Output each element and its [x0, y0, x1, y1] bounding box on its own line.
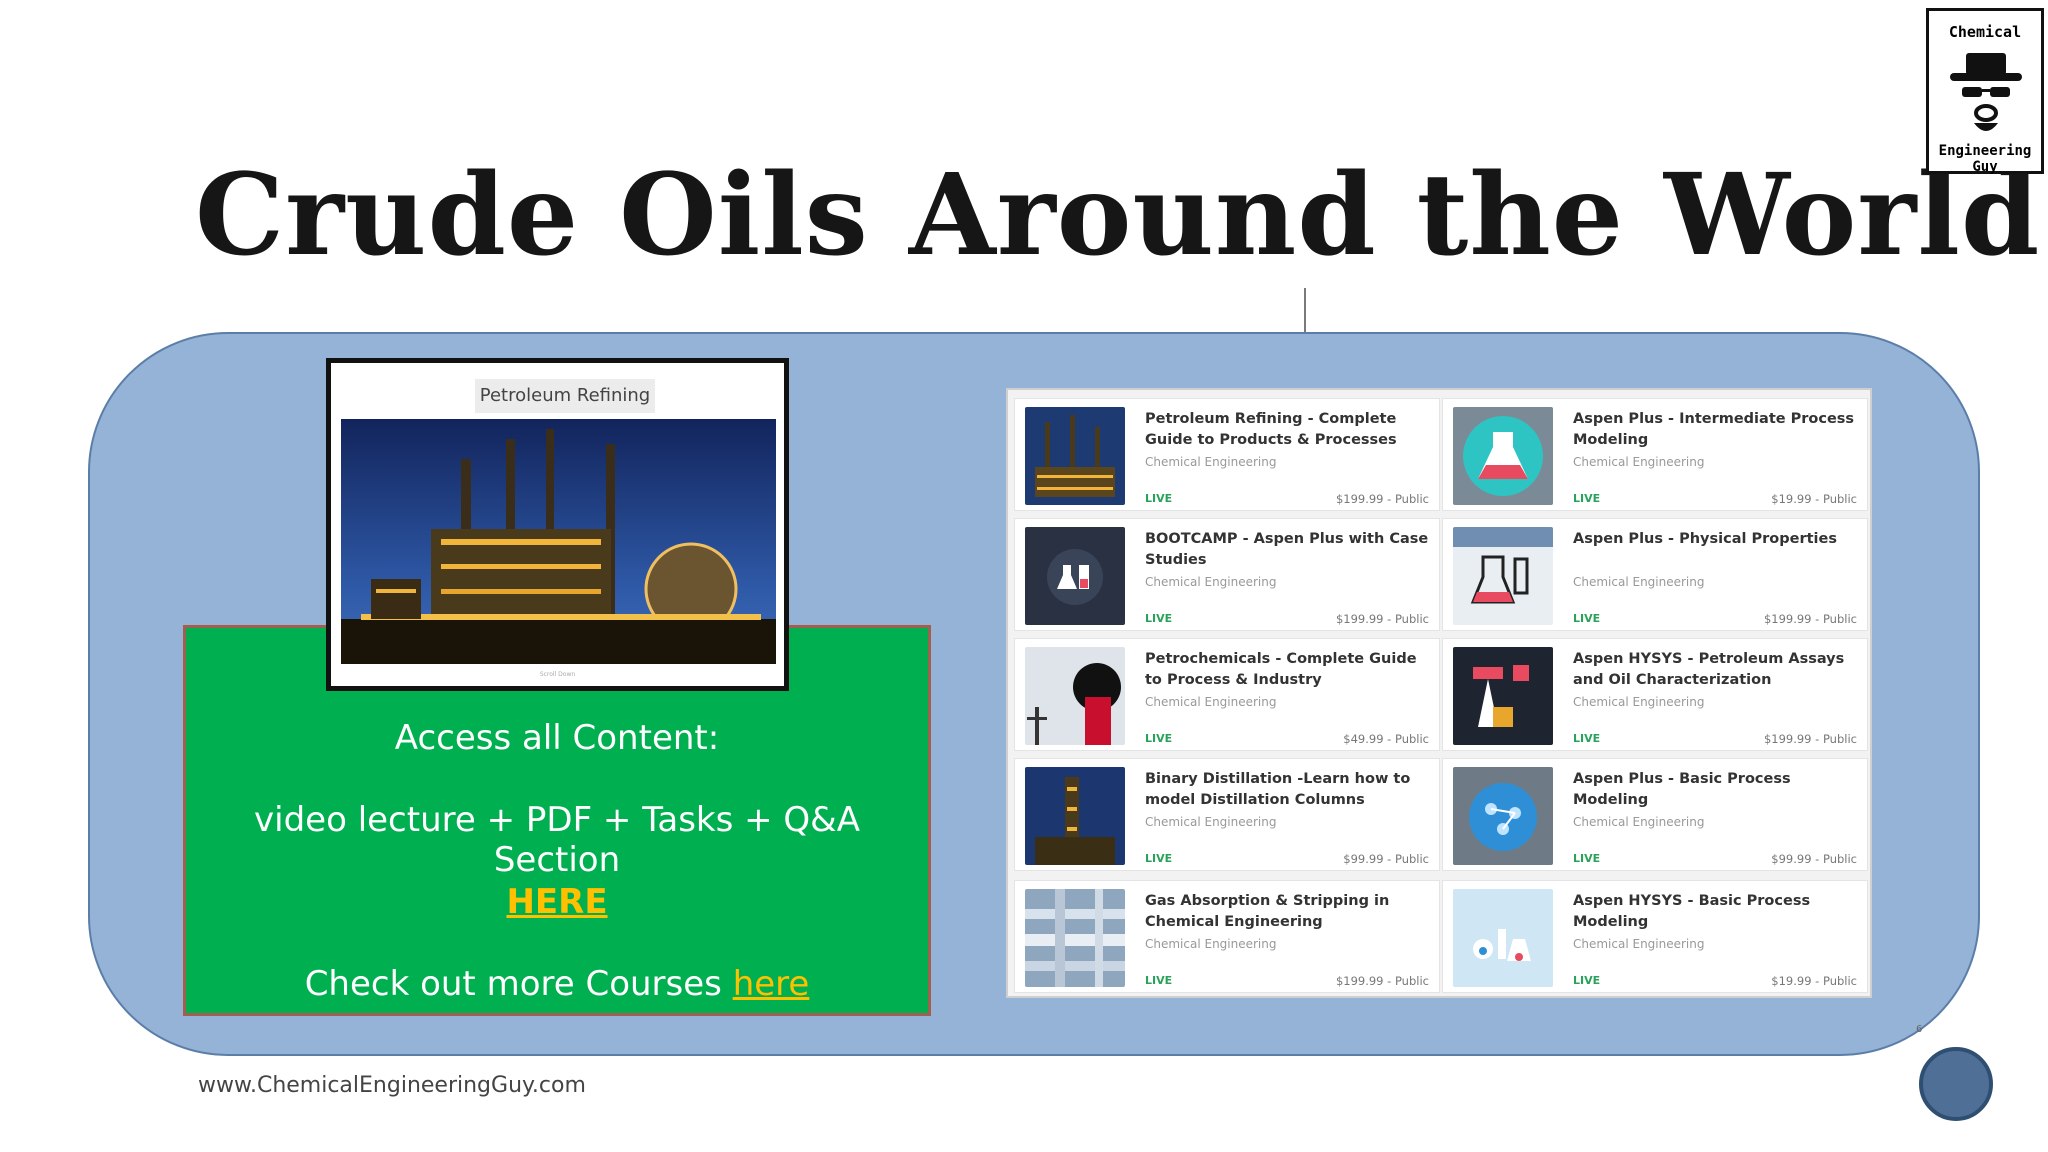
course-thumbnail — [1025, 889, 1125, 987]
course-price: $99.99 - Public — [1771, 852, 1857, 866]
course-price: $199.99 - Public — [1763, 612, 1857, 626]
course-category: Chemical Engineering — [1573, 937, 1705, 951]
course-status: LIVE — [1145, 612, 1173, 625]
course-thumbnail — [1453, 647, 1553, 745]
course-card[interactable]: Aspen HYSYS - Petroleum Assays and Oil C… — [1442, 638, 1868, 751]
course-thumbnail — [1453, 889, 1553, 987]
course-card[interactable]: Gas Absorption & Stripping in Chemical E… — [1014, 880, 1440, 993]
course-title[interactable]: BOOTCAMP - Aspen Plus with Case Studies — [1145, 529, 1433, 571]
course-category: Chemical Engineering — [1573, 815, 1705, 829]
nav-circle-button[interactable] — [1919, 1047, 1993, 1121]
course-card[interactable]: Aspen Plus - Basic Process Modeling Chemi… — [1442, 758, 1868, 871]
course-preview-image[interactable]: Petroleum Refining Scroll Down — [326, 358, 789, 691]
course-thumbnail — [1453, 767, 1553, 865]
course-thumbnail — [1025, 647, 1125, 745]
course-price: $199.99 - Public — [1335, 492, 1429, 506]
logo-line-2: Engineering Guy — [1938, 143, 2032, 175]
course-title[interactable]: Aspen Plus - Intermediate Process Modeli… — [1573, 409, 1861, 451]
course-category: Chemical Engineering — [1145, 695, 1277, 709]
course-category: Chemical Engineering — [1145, 455, 1277, 469]
logo-line-1: Chemical — [1948, 23, 2022, 41]
preview-tag: Petroleum Refining — [475, 379, 655, 413]
course-card[interactable]: BOOTCAMP - Aspen Plus with Case Studies C… — [1014, 518, 1440, 631]
course-card[interactable]: Aspen Plus - Physical Properties Chemical… — [1442, 518, 1868, 631]
course-thumbnail — [1025, 767, 1125, 865]
course-category: Chemical Engineering — [1145, 937, 1277, 951]
course-price: $19.99 - Public — [1771, 492, 1857, 506]
slide-title: Crude Oils Around the World — [195, 150, 2041, 281]
course-price: $199.99 - Public — [1335, 612, 1429, 626]
refinery-photo — [341, 419, 776, 664]
divider-line — [1304, 288, 1306, 332]
course-title[interactable]: Gas Absorption & Stripping in Chemical E… — [1145, 891, 1433, 933]
course-price: $19.99 - Public — [1771, 974, 1857, 988]
promo-content-list: video lecture + PDF + Tasks + Q&A Sectio… — [254, 800, 860, 880]
heisenberg-icon — [1950, 53, 2022, 131]
promo-more-courses-link[interactable]: here — [733, 964, 810, 1004]
course-status: LIVE — [1573, 492, 1601, 505]
course-status: LIVE — [1145, 852, 1173, 865]
promo-access-text: Access all Content: — [394, 718, 720, 758]
promo-courses-text: Check out more Courses — [304, 964, 722, 1004]
course-title[interactable]: Binary Distillation -Learn how to model … — [1145, 769, 1433, 811]
promo-here-link[interactable]: HERE — [506, 882, 607, 922]
course-title[interactable]: Petrochemicals - Complete Guide to Proce… — [1145, 649, 1433, 691]
course-status: LIVE — [1573, 612, 1601, 625]
course-card[interactable]: Petroleum Refining - Complete Guide to P… — [1014, 398, 1440, 511]
course-category: Chemical Engineering — [1145, 815, 1277, 829]
course-card[interactable]: Aspen HYSYS - Basic Process Modeling Chem… — [1442, 880, 1868, 993]
course-thumbnail — [1453, 527, 1553, 625]
course-status: LIVE — [1573, 974, 1601, 987]
course-status: LIVE — [1145, 492, 1173, 505]
course-title[interactable]: Aspen Plus - Physical Properties — [1573, 529, 1861, 550]
course-card[interactable]: Petrochemicals - Complete Guide to Proce… — [1014, 638, 1440, 751]
course-status: LIVE — [1145, 732, 1173, 745]
course-card[interactable]: Binary Distillation -Learn how to model … — [1014, 758, 1440, 871]
course-title[interactable]: Aspen HYSYS - Basic Process Modeling — [1573, 891, 1861, 933]
course-title[interactable]: Aspen HYSYS - Petroleum Assays and Oil C… — [1573, 649, 1861, 691]
course-price: $199.99 - Public — [1763, 732, 1857, 746]
course-title[interactable]: Petroleum Refining - Complete Guide to P… — [1145, 409, 1433, 451]
course-category: Chemical Engineering — [1573, 695, 1705, 709]
footer-url: www.ChemicalEngineeringGuy.com — [198, 1073, 586, 1098]
course-price: $99.99 - Public — [1343, 852, 1429, 866]
preview-caption: Scroll Down — [539, 671, 576, 678]
course-thumbnail — [1453, 407, 1553, 505]
course-status: LIVE — [1573, 732, 1601, 745]
course-price: $199.99 - Public — [1335, 974, 1429, 988]
course-thumbnail — [1025, 527, 1125, 625]
course-list: Petroleum Refining - Complete Guide to P… — [1006, 388, 1872, 998]
course-status: LIVE — [1573, 852, 1601, 865]
course-category: Chemical Engineering — [1573, 575, 1705, 589]
course-category: Chemical Engineering — [1145, 575, 1277, 589]
course-category: Chemical Engineering — [1573, 455, 1705, 469]
course-card[interactable]: Aspen Plus - Intermediate Process Modeli… — [1442, 398, 1868, 511]
brand-logo: Chemical Engineering Guy — [1926, 8, 2044, 175]
course-title[interactable]: Aspen Plus - Basic Process Modeling — [1573, 769, 1861, 811]
slide-number: 6 — [1916, 1024, 1923, 1035]
course-thumbnail — [1025, 407, 1125, 505]
course-status: LIVE — [1145, 974, 1173, 987]
course-price: $49.99 - Public — [1343, 732, 1429, 746]
